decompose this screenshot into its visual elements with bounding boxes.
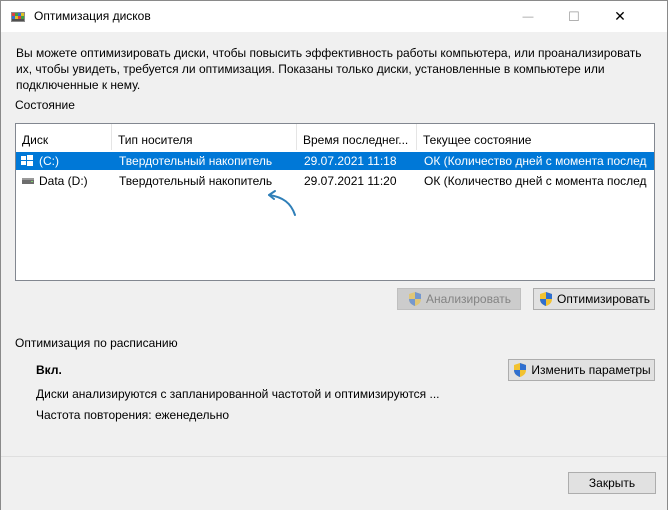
close-button-label: Закрыть: [588, 476, 636, 490]
title-bar[interactable]: Оптимизация дисков — ☐ ✕: [1, 1, 667, 32]
analyze-button[interactable]: Анализировать: [397, 288, 521, 310]
uac-shield-icon: [540, 292, 553, 306]
schedule-section-label: Оптимизация по расписанию: [15, 336, 178, 350]
disk-optimization-window: Оптимизация дисков — ☐ ✕ Вы можете оптим…: [0, 0, 668, 510]
media-type: Твердотельный накопитель: [119, 154, 273, 168]
status-section-label: Состояние: [15, 98, 75, 112]
change-settings-button[interactable]: Изменить параметры: [508, 359, 655, 381]
media-type: Твердотельный накопитель: [119, 174, 273, 188]
description-text: Вы можете оптимизировать диски, чтобы по…: [16, 46, 642, 92]
uac-shield-icon: [409, 292, 422, 306]
column-header-status[interactable]: Текущее состояние: [417, 124, 654, 150]
schedule-frequency: Частота повторения: еженедельно: [36, 408, 230, 422]
disk-name: Data (D:): [39, 174, 88, 188]
uac-shield-icon: [514, 363, 527, 377]
close-icon: ✕: [614, 8, 626, 24]
analyze-button-label: Анализировать: [426, 292, 511, 306]
column-header-disk[interactable]: Диск: [16, 124, 112, 150]
bottom-bar: Закрыть: [1, 456, 667, 510]
minimize-icon: —: [522, 10, 534, 23]
optimize-button-label: Оптимизировать: [557, 292, 650, 306]
defrag-app-icon: [11, 12, 25, 22]
minimize-button[interactable]: —: [505, 1, 551, 32]
maximize-icon: ☐: [568, 8, 580, 24]
close-window-button[interactable]: ✕: [597, 1, 643, 32]
drive-status: ОК (Количество дней с момента послед: [424, 154, 647, 168]
drives-list[interactable]: Диск Тип носителя Время последнег... Тек…: [15, 123, 655, 281]
windows-drive-icon: [21, 155, 33, 166]
table-row[interactable]: (C:) Твердотельный накопитель 29.07.2021…: [16, 152, 654, 170]
close-button[interactable]: Закрыть: [568, 472, 656, 494]
schedule-state: Вкл.: [36, 363, 62, 377]
schedule-info: Диски анализируются с запланированной ча…: [36, 387, 440, 401]
list-header: Диск Тип носителя Время последнег... Тек…: [16, 124, 654, 150]
last-run: 29.07.2021 11:18: [304, 154, 397, 168]
optimize-button[interactable]: Оптимизировать: [533, 288, 655, 310]
maximize-button[interactable]: ☐: [551, 1, 597, 32]
drive-icon: [22, 178, 34, 184]
column-header-last-run[interactable]: Время последнег...: [297, 124, 417, 150]
disk-name: (C:): [39, 154, 59, 168]
table-row[interactable]: Data (D:) Твердотельный накопитель 29.07…: [16, 172, 654, 190]
change-settings-label: Изменить параметры: [531, 363, 651, 377]
annotation-arrow-icon: [268, 190, 296, 216]
last-run: 29.07.2021 11:20: [304, 174, 397, 188]
window-title: Оптимизация дисков: [34, 9, 151, 23]
column-header-media-type[interactable]: Тип носителя: [112, 124, 297, 150]
drive-status: ОК (Количество дней с момента послед: [424, 174, 647, 188]
